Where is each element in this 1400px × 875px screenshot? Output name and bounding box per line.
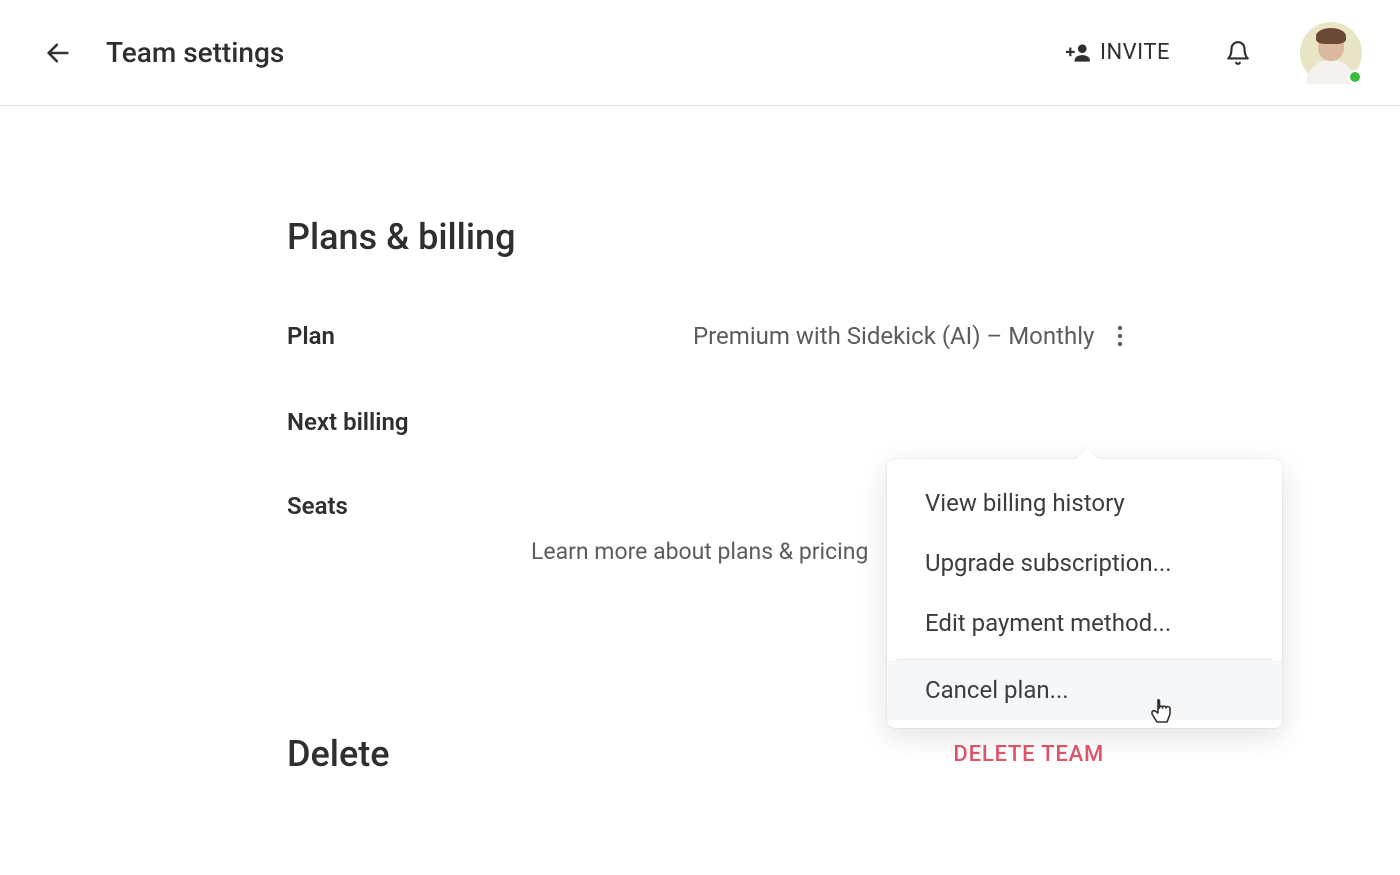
menu-item-edit-payment[interactable]: Edit payment method...	[887, 593, 1282, 653]
invite-button[interactable]: INVITE	[1066, 40, 1170, 66]
delete-section: Delete DELETE TEAM	[287, 733, 1400, 775]
person-add-icon	[1066, 40, 1092, 66]
plan-menu-button[interactable]	[1108, 320, 1132, 352]
page-title: Team settings	[106, 36, 284, 69]
menu-item-cancel-plan[interactable]: Cancel plan...	[887, 660, 1282, 720]
delete-team-button[interactable]: DELETE TEAM	[953, 742, 1104, 767]
avatar[interactable]	[1300, 22, 1362, 84]
header: Team settings INVITE	[0, 0, 1400, 106]
plan-label: Plan	[287, 322, 693, 350]
plan-actions-menu: View billing history Upgrade subscriptio…	[887, 459, 1282, 728]
invite-label: INVITE	[1100, 40, 1170, 65]
next-billing-label: Next billing	[287, 408, 693, 436]
main-content: Plans & billing Plan Premium with Sideki…	[0, 106, 1400, 775]
next-billing-row: Next billing	[287, 408, 1400, 436]
plans-billing-heading: Plans & billing	[287, 216, 1400, 258]
plan-value: Premium with Sidekick (AI) – Monthly	[693, 322, 1094, 350]
seats-label: Seats	[287, 492, 693, 520]
arrow-left-icon	[44, 39, 72, 67]
bell-icon	[1225, 40, 1251, 66]
menu-item-upgrade[interactable]: Upgrade subscription...	[887, 533, 1282, 593]
menu-item-billing-history[interactable]: View billing history	[887, 473, 1282, 533]
presence-indicator	[1348, 70, 1362, 84]
delete-heading: Delete	[287, 733, 390, 775]
plan-row: Plan Premium with Sidekick (AI) – Monthl…	[287, 320, 1400, 352]
back-button[interactable]	[38, 33, 78, 73]
kebab-icon	[1117, 325, 1123, 347]
notifications-button[interactable]	[1218, 33, 1258, 73]
